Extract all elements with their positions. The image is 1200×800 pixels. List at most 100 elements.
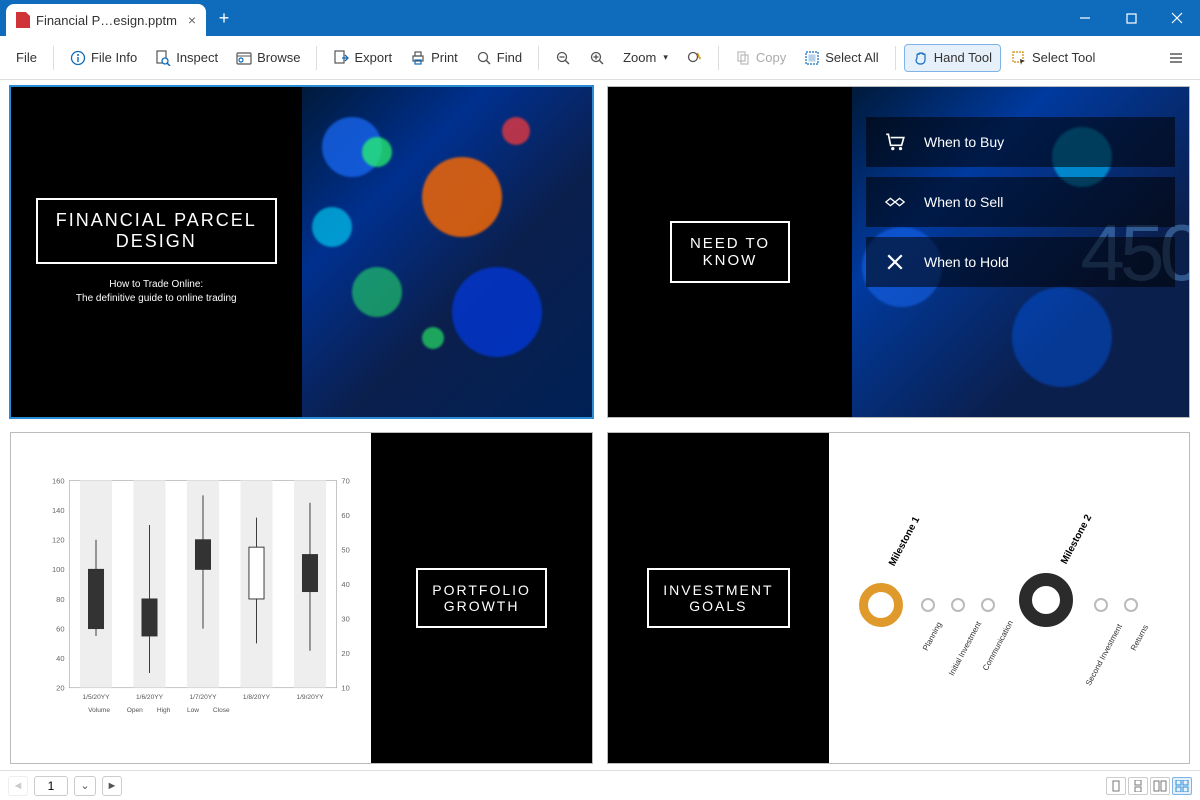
svg-text:70: 70 xyxy=(341,476,349,485)
slide4-title-area: INVESTMENT GOALS xyxy=(608,433,829,763)
slide-thumbnail-1[interactable]: FINANCIAL PARCELDESIGN How to Trade Onli… xyxy=(10,86,593,418)
svg-text:120: 120 xyxy=(52,536,65,545)
menu-button[interactable] xyxy=(1160,45,1192,71)
document-tab[interactable]: Financial P…esign.pptm × xyxy=(6,4,206,36)
milestone2-label: Milestone 2 xyxy=(1059,513,1094,566)
svg-text:1/8/20YY: 1/8/20YY xyxy=(243,694,271,701)
slide2-title-box: NEED TO KNOW xyxy=(670,221,790,283)
svg-text:20: 20 xyxy=(341,649,349,658)
step-label: Second Investment xyxy=(1084,623,1124,688)
separator xyxy=(316,46,317,70)
toolbar: File File Info Inspect Browse Export Pri… xyxy=(0,36,1200,80)
slide-thumbnail-3[interactable]: 20406080100120140160102030405060701/5/20… xyxy=(10,432,593,764)
svg-text:80: 80 xyxy=(56,595,64,604)
milestone2-ring xyxy=(1019,573,1073,627)
minimize-button[interactable] xyxy=(1062,0,1108,36)
svg-text:Close: Close xyxy=(213,707,230,714)
print-button[interactable]: Print xyxy=(402,45,466,71)
svg-text:1/6/20YY: 1/6/20YY xyxy=(136,694,164,701)
step-label: Communication xyxy=(981,619,1015,672)
zoom-reset-button[interactable] xyxy=(678,45,710,71)
slide2-title-area: NEED TO KNOW xyxy=(608,87,852,417)
svg-text:Volume: Volume xyxy=(88,707,110,714)
window-controls xyxy=(1062,0,1200,36)
svg-text:50: 50 xyxy=(341,545,349,554)
new-tab-button[interactable]: + xyxy=(206,0,242,36)
slide3-title-box: PORTFOLIO GROWTH xyxy=(416,568,547,628)
x-icon xyxy=(884,251,906,273)
slide1-title-area: FINANCIAL PARCELDESIGN How to Trade Onli… xyxy=(11,87,302,417)
zoom-in-button[interactable] xyxy=(581,45,613,71)
view-continuous-button[interactable] xyxy=(1128,777,1148,795)
svg-text:1/9/20YY: 1/9/20YY xyxy=(296,694,324,701)
separator xyxy=(895,46,896,70)
svg-text:1/5/20YY: 1/5/20YY xyxy=(82,694,110,701)
slide-thumbnail-2[interactable]: NEED TO KNOW 450 When to Buy When to Sel… xyxy=(607,86,1190,418)
find-button[interactable]: Find xyxy=(468,45,530,71)
step-dot xyxy=(1094,598,1108,612)
tab-title: Financial P…esign.pptm xyxy=(36,13,177,28)
separator xyxy=(538,46,539,70)
slide1-image xyxy=(302,87,593,417)
svg-text:40: 40 xyxy=(56,654,64,663)
slide3-chart: 20406080100120140160102030405060701/5/20… xyxy=(11,433,371,763)
copy-button: Copy xyxy=(727,45,794,71)
view-twopage-button[interactable] xyxy=(1150,777,1170,795)
slide1-title-box: FINANCIAL PARCELDESIGN xyxy=(36,198,277,264)
view-single-button[interactable] xyxy=(1106,777,1126,795)
svg-text:Low: Low xyxy=(187,707,199,714)
close-tab-icon[interactable]: × xyxy=(188,12,196,28)
zoom-out-button[interactable] xyxy=(547,45,579,71)
svg-text:40: 40 xyxy=(341,580,349,589)
cart-icon xyxy=(884,131,906,153)
maximize-button[interactable] xyxy=(1108,0,1154,36)
slide-thumbnail-4[interactable]: INVESTMENT GOALS Milestone 1 Milestone 2… xyxy=(607,432,1190,764)
prev-page-button[interactable]: ◄ xyxy=(8,776,28,796)
slide2-image: 450 When to Buy When to Sell When to Hol… xyxy=(852,87,1189,417)
svg-text:High: High xyxy=(157,707,171,714)
file-info-button[interactable]: File Info xyxy=(62,45,145,71)
separator xyxy=(53,46,54,70)
select-tool-button[interactable]: Select Tool xyxy=(1003,45,1103,71)
slide2-cards: When to Buy When to Sell When to Hold xyxy=(852,107,1189,297)
svg-text:100: 100 xyxy=(52,565,65,574)
svg-text:1/7/20YY: 1/7/20YY xyxy=(189,694,217,701)
step-dot xyxy=(951,598,965,612)
svg-text:60: 60 xyxy=(341,511,349,520)
slide3-title-area: PORTFOLIO GROWTH xyxy=(371,433,592,763)
close-window-button[interactable] xyxy=(1154,0,1200,36)
slide-grid[interactable]: FINANCIAL PARCELDESIGN How to Trade Onli… xyxy=(0,80,1200,770)
step-label: Initial Investment xyxy=(947,620,983,677)
step-dot xyxy=(921,598,935,612)
view-grid-button[interactable] xyxy=(1172,777,1192,795)
browse-button[interactable]: Browse xyxy=(228,45,308,71)
milestone1-ring xyxy=(859,583,903,627)
svg-text:Open: Open xyxy=(127,707,143,714)
view-mode-buttons xyxy=(1106,777,1192,795)
slide1-subtitle: How to Trade Online: The definitive guid… xyxy=(76,278,237,306)
step-dot xyxy=(981,598,995,612)
step-label: Returns xyxy=(1129,623,1150,652)
candlestick-chart: 20406080100120140160102030405060701/5/20… xyxy=(41,453,361,753)
svg-text:10: 10 xyxy=(341,684,349,693)
separator xyxy=(718,46,719,70)
statusbar: ◄ 1 ⌄ ► xyxy=(0,770,1200,800)
svg-text:60: 60 xyxy=(56,624,64,633)
page-number-field[interactable]: 1 xyxy=(34,776,68,796)
slide4-title-box: INVESTMENT GOALS xyxy=(647,568,789,628)
export-button[interactable]: Export xyxy=(325,45,400,71)
file-icon xyxy=(16,12,30,28)
step-label: Planning xyxy=(921,621,944,653)
chevron-down-icon: ▾ xyxy=(663,52,668,63)
select-all-button[interactable]: Select All xyxy=(796,45,886,71)
card-hold: When to Hold xyxy=(866,237,1175,287)
svg-text:160: 160 xyxy=(52,476,65,485)
card-buy: When to Buy xyxy=(866,117,1175,167)
zoom-menu[interactable]: Zoom▾ xyxy=(615,45,676,70)
inspect-button[interactable]: Inspect xyxy=(147,45,226,71)
page-dropdown[interactable]: ⌄ xyxy=(74,776,96,796)
step-dot xyxy=(1124,598,1138,612)
next-page-button[interactable]: ► xyxy=(102,776,122,796)
file-menu[interactable]: File xyxy=(8,45,45,70)
hand-tool-button[interactable]: Hand Tool xyxy=(904,44,1001,72)
